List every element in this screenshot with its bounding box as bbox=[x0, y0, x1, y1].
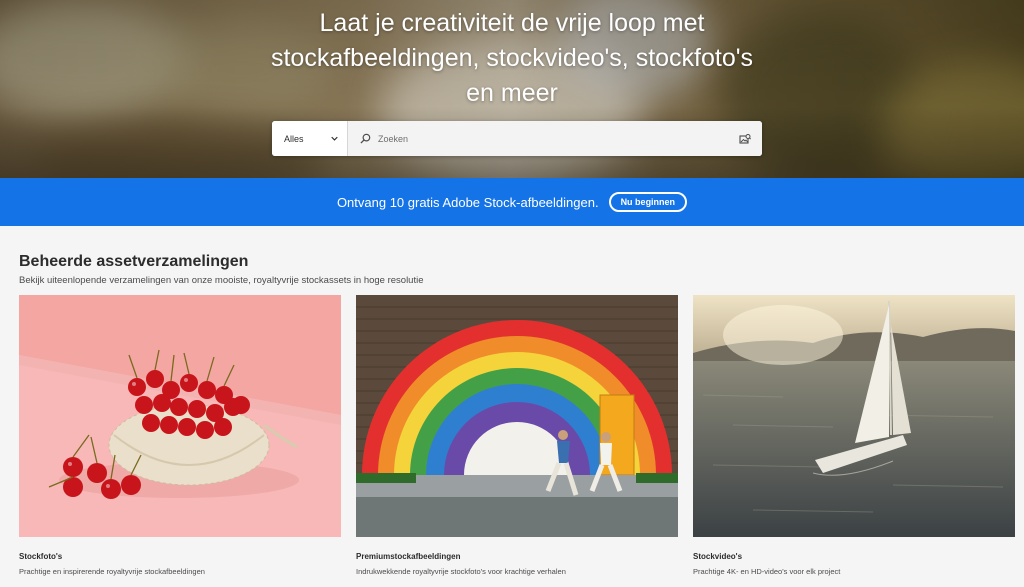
chevron-down-icon bbox=[331, 136, 338, 141]
hero-title-line: stockafbeeldingen, stockvideo's, stockfo… bbox=[270, 44, 754, 72]
card-description: Indrukwekkende royaltyvrije stockfoto's … bbox=[356, 567, 566, 576]
card-title[interactable]: Premiumstockafbeeldingen bbox=[356, 552, 678, 561]
card-title[interactable]: Stockvideo's bbox=[693, 552, 1015, 561]
search-bar: Alles bbox=[272, 121, 762, 156]
collection-card-stock-photos[interactable]: Stockfoto's Prachtige en inspirerende ro… bbox=[19, 295, 341, 576]
sailboat-image[interactable] bbox=[693, 295, 1015, 537]
card-description: Prachtige en inspirerende royaltyvrije s… bbox=[19, 567, 205, 576]
collections-title: Beheerde assetverzamelingen bbox=[19, 253, 249, 270]
rainbow-image[interactable] bbox=[356, 295, 678, 537]
search-input[interactable] bbox=[378, 133, 728, 144]
card-title[interactable]: Stockfoto's bbox=[19, 552, 341, 561]
category-select[interactable]: Alles bbox=[272, 121, 348, 156]
visual-search-icon bbox=[739, 133, 751, 144]
hero-title: Laat je creativiteit de vrije loop met s… bbox=[262, 6, 762, 111]
hero-banner: Laat je creativiteit de vrije loop met s… bbox=[0, 0, 1024, 178]
category-select-value: Alles bbox=[284, 133, 304, 144]
promo-text: Ontvang 10 gratis Adobe Stock-afbeelding… bbox=[336, 194, 599, 210]
collection-card-stock-videos[interactable]: Stockvideo's Prachtige 4K- en HD-video's… bbox=[693, 295, 1015, 576]
hero-title-line: en meer bbox=[466, 79, 558, 107]
visual-search-button[interactable] bbox=[728, 121, 762, 156]
collection-card-premium[interactable]: Premiumstockafbeeldingen Indrukwekkende … bbox=[356, 295, 678, 576]
search-icon bbox=[360, 133, 371, 144]
card-description: Prachtige 4K- en HD-video's voor elk pro… bbox=[693, 567, 841, 576]
search-field bbox=[348, 121, 762, 156]
collections-subtitle: Bekijk uiteenlopende verzamelingen van o… bbox=[19, 275, 424, 286]
cherries-image[interactable] bbox=[19, 295, 341, 537]
promo-banner: Ontvang 10 gratis Adobe Stock-afbeelding… bbox=[0, 178, 1024, 226]
hero-title-line: Laat je creativiteit de vrije loop met bbox=[319, 9, 705, 37]
start-now-button[interactable]: Nu beginnen bbox=[608, 192, 688, 212]
